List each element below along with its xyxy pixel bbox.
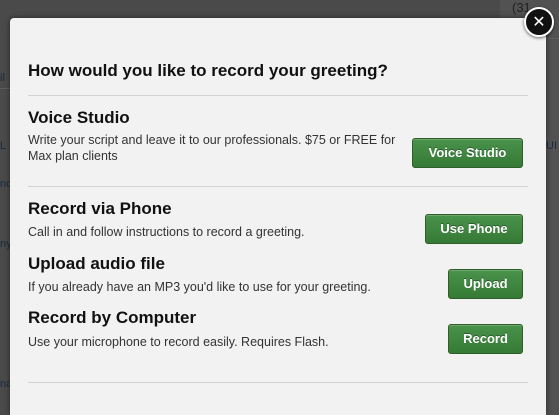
upload-audio-description: If you already have an MP3 you'd like to…	[28, 280, 371, 294]
record-button[interactable]: Record	[448, 324, 523, 354]
record-via-phone-description: Call in and follow instructions to recor…	[28, 225, 305, 239]
record-greeting-dialog: How would you like to record your greeti…	[10, 18, 546, 415]
dialog-title: How would you like to record your greeti…	[28, 61, 388, 80]
background-text-fragment: UI	[546, 140, 557, 152]
record-by-computer-description: Use your microphone to record easily. Re…	[28, 335, 329, 349]
divider	[28, 95, 528, 96]
background-text-fragment: il	[0, 72, 5, 84]
voice-studio-description: Write your script and leave it to our pr…	[28, 133, 396, 163]
voice-studio-title: Voice Studio	[28, 108, 130, 127]
divider	[28, 382, 528, 383]
use-phone-button[interactable]: Use Phone	[425, 214, 523, 244]
record-via-phone-title: Record via Phone	[28, 199, 172, 218]
background-text-fragment: L	[0, 140, 7, 152]
background-divider	[0, 88, 10, 89]
divider	[28, 186, 528, 187]
upload-button[interactable]: Upload	[448, 269, 523, 299]
upload-audio-title: Upload audio file	[28, 254, 165, 273]
record-by-computer-title: Record by Computer	[28, 308, 197, 327]
voice-studio-button[interactable]: Voice Studio	[412, 138, 523, 168]
close-icon[interactable]: ✕	[524, 7, 554, 37]
